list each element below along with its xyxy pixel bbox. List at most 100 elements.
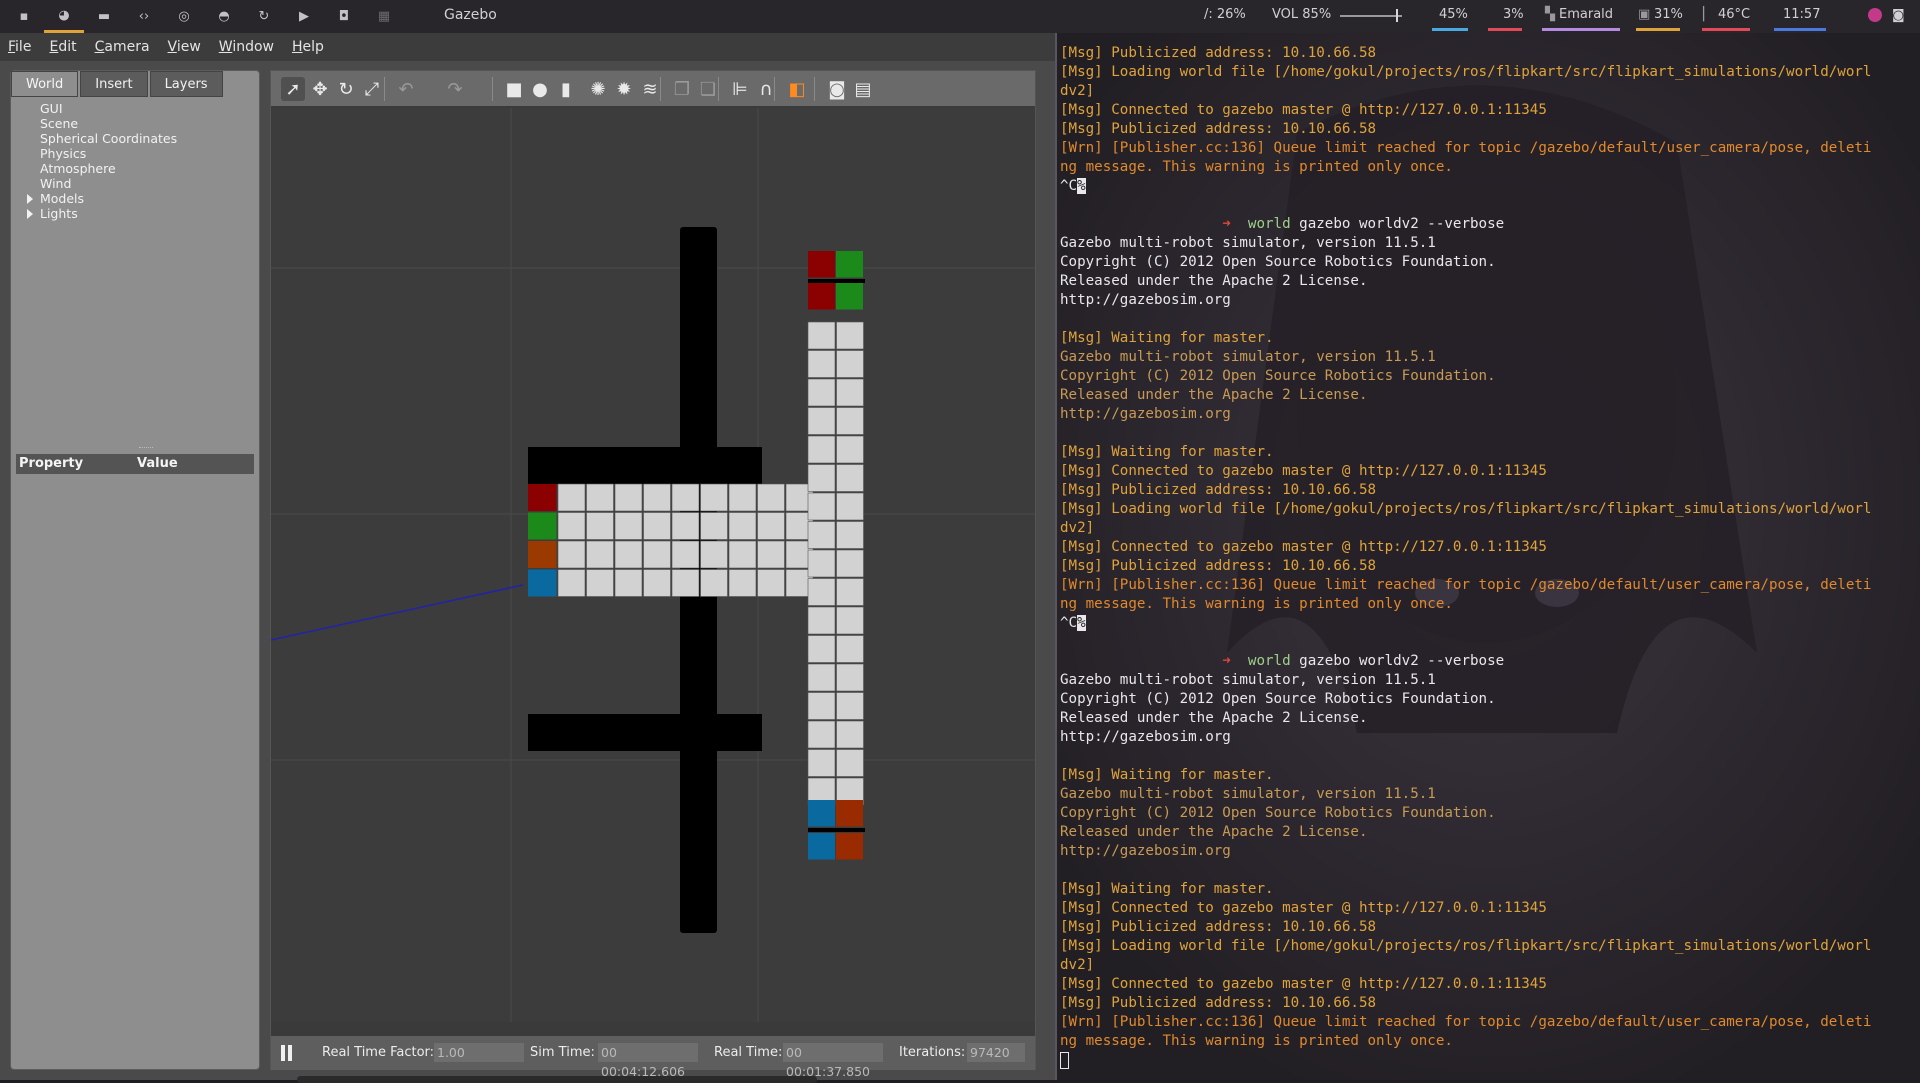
tree-item-scene[interactable]: Scene (11, 116, 259, 131)
color-pad (528, 569, 557, 597)
floor-tile (807, 549, 836, 578)
prompt-indent (1060, 653, 1222, 669)
scene-view[interactable] (271, 108, 1035, 1022)
tab-insert[interactable]: Insert (80, 71, 148, 97)
terminal-line: ng message. This warning is printed only… (1060, 596, 1453, 612)
volume-slider-knob[interactable] (1396, 9, 1398, 22)
firefox-icon[interactable]: ◕ (44, 0, 84, 33)
volume-slider[interactable] (1340, 15, 1402, 17)
tree-item-gui[interactable]: GUI (11, 101, 259, 116)
floor-tile (807, 350, 836, 378)
floor-tile (586, 569, 614, 597)
align-icon[interactable]: ⊫ (728, 77, 752, 101)
folder-icon[interactable]: ▬ (84, 0, 124, 33)
3d-viewport[interactable] (271, 108, 1035, 1022)
value-column-header: Value (137, 456, 178, 471)
cylinder-icon[interactable]: ▮ (554, 77, 578, 101)
temperature-underline (1702, 28, 1750, 31)
copy-icon[interactable]: ❐ (670, 77, 694, 101)
select-arrow-icon[interactable]: ➚ (281, 77, 305, 101)
no-newline-marker: % (1077, 615, 1086, 631)
paste-icon[interactable]: ❏ (696, 77, 720, 101)
battery-indicator: 3% (1503, 7, 1524, 22)
terminal-icon[interactable]: ▪ (4, 0, 44, 33)
floor-tile (728, 540, 757, 569)
panel-splitter[interactable] (139, 447, 153, 450)
floor-tile (836, 692, 864, 720)
rotate-icon[interactable]: ↻ (334, 77, 358, 101)
terminal-line: Released under the Apache 2 License. (1060, 824, 1368, 840)
tree-item-atmosphere[interactable]: Atmosphere (11, 161, 259, 176)
tree-item-wind[interactable]: Wind (11, 176, 259, 191)
menu-edit[interactable]: Edit (49, 39, 76, 55)
floor-tile (807, 635, 836, 663)
cpu-indicator: 31% (1654, 7, 1683, 22)
tree-item-physics[interactable]: Physics (11, 146, 259, 161)
arena-wall-top (528, 447, 762, 484)
terminal-line: [Msg] Connected to gazebo master @ http:… (1060, 463, 1547, 479)
tab-world[interactable]: World (11, 71, 79, 97)
floor-tile (807, 578, 836, 606)
terminal-window[interactable]: [Msg] Publicized address: 10.10.66.58 [Ms… (1057, 33, 1920, 1080)
terminal-line: ng message. This warning is printed only… (1060, 1033, 1453, 1049)
directional-light-icon[interactable]: ≋ (638, 77, 662, 101)
floor-tile (836, 578, 864, 606)
terminal-line: [Msg] Connected to gazebo master @ http:… (1060, 102, 1547, 118)
tree-item-models[interactable]: Models (11, 191, 259, 206)
volume-label[interactable]: VOL 85% (1272, 7, 1331, 22)
spot-light-icon[interactable]: ✹ (612, 77, 636, 101)
terminal-line: Released under the Apache 2 License. (1060, 710, 1368, 726)
tree-item-spherical-coordinates[interactable]: Spherical Coordinates (11, 131, 259, 146)
expand-arrow-icon[interactable] (27, 194, 33, 204)
code-icon[interactable]: ‹› (124, 0, 164, 33)
gamepad-icon[interactable]: ◓ (204, 0, 244, 33)
arena-model[interactable] (528, 227, 865, 933)
menu-file[interactable]: File (8, 39, 31, 55)
color-pad (528, 484, 557, 511)
terminal-line: http://gazebosim.org (1060, 843, 1231, 859)
screenshot-icon[interactable]: ◙ (825, 77, 849, 101)
top-status-bar: ▪ ◕ ▬ ‹› ◎ ◓ ↻ ▶ ◘ ▦ Gazebo /: 26% VOL 85% 45% 3%… (0, 0, 1920, 33)
youtube-icon[interactable]: ▶ (284, 0, 324, 33)
floor-tile (643, 483, 671, 512)
menu-camera[interactable]: Camera (95, 39, 150, 55)
scale-icon[interactable]: ⤢ (360, 77, 384, 101)
translate-icon[interactable]: ✥ (308, 77, 332, 101)
prompt-directory: world (1247, 653, 1300, 669)
color-pad (808, 800, 835, 827)
sphere-icon[interactable]: ● (528, 77, 552, 101)
terminal-line: Released under the Apache 2 License. (1060, 387, 1368, 403)
floor-tile (586, 540, 614, 569)
floor-tile (586, 512, 614, 540)
tray-app-icon[interactable] (1868, 8, 1882, 22)
axis-line (271, 584, 524, 641)
terminal-line: [Msg] Publicized address: 10.10.66.58 (1060, 482, 1377, 498)
undo-icon[interactable]: ↶ (394, 77, 418, 101)
prompt-directory: world (1247, 216, 1300, 232)
pause-icon[interactable] (281, 1045, 285, 1061)
terminal-output[interactable]: [Msg] Publicized address: 10.10.66.58 [Ms… (1060, 44, 1920, 1070)
log-icon[interactable]: ▤ (851, 77, 875, 101)
terminal-line: [Msg] Connected to gazebo master @ http:… (1060, 900, 1547, 916)
menu-window[interactable]: Window (219, 39, 274, 55)
pause-icon-bar[interactable] (288, 1045, 292, 1061)
terminal-line: [Msg] Connected to gazebo master @ http:… (1060, 976, 1547, 992)
discord-icon[interactable]: ◙ (1892, 8, 1905, 23)
view-angle-icon[interactable]: ◧ (785, 77, 809, 101)
point-light-icon[interactable]: ✺ (586, 77, 610, 101)
screenshot-icon[interactable]: ◘ (324, 0, 364, 33)
chat-icon[interactable]: ◎ (164, 0, 204, 33)
refresh-icon[interactable]: ↻ (244, 0, 284, 33)
color-pad (808, 251, 835, 278)
redo-icon[interactable]: ↷ (443, 77, 467, 101)
box-icon[interactable]: ■ (502, 77, 526, 101)
tree-item-lights[interactable]: Lights (11, 206, 259, 221)
expand-arrow-icon[interactable] (27, 209, 33, 219)
menu-help[interactable]: Help (292, 39, 324, 55)
menu-view[interactable]: View (168, 39, 201, 55)
brightness-underline (1432, 28, 1468, 31)
floor-tile (807, 521, 836, 549)
tab-layers[interactable]: Layers (149, 71, 223, 97)
grid-icon[interactable]: ▦ (364, 0, 404, 33)
